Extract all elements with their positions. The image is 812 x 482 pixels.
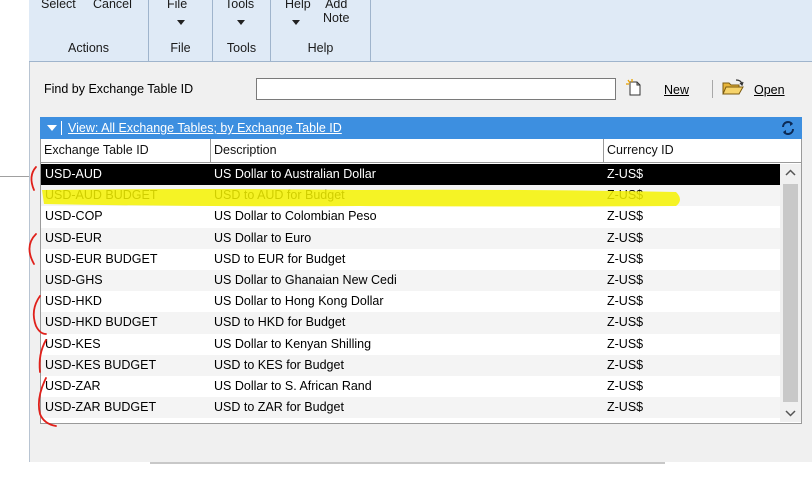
cell-currency-id: Z-US$ xyxy=(607,188,644,203)
file-menu-button[interactable]: File xyxy=(149,0,212,38)
cell-description: US Dollar to S. African Rand xyxy=(214,379,372,393)
ribbon-group-tools: Tools Tools xyxy=(213,0,271,62)
cell-currency-id: Z-US$ xyxy=(607,357,644,372)
chevron-down-icon xyxy=(237,20,245,25)
cell-description: US Dollar to Euro xyxy=(214,230,312,245)
view-bar-separator xyxy=(61,121,62,135)
cell-exchange-table-id: USD-ZAR BUDGET xyxy=(45,400,157,415)
ribbon-group-label-file: File xyxy=(170,41,191,55)
ribbon-group-actions: Select Cancel Actions xyxy=(29,0,149,62)
cell-description: US Dollar to Hong Kong Dollar xyxy=(214,294,384,309)
view-bar: View: All Exchange Tables; by Exchange T… xyxy=(40,117,802,139)
cell-description: USD to AUD for Budget xyxy=(214,188,345,203)
new-document-icon[interactable] xyxy=(626,79,644,97)
column-header-description[interactable]: Description xyxy=(211,139,604,163)
cell-description: USD to EUR for Budget xyxy=(214,251,346,266)
table-row[interactable]: USD-GHS US Dollar to Ghanaian New Cedi Z-U… xyxy=(41,270,780,292)
chevron-down-icon xyxy=(292,20,300,25)
table-row[interactable]: USD-ZAR BUDGET USD to ZAR for Budget Z-US$ xyxy=(41,397,780,419)
table-row[interactable]: USD-AUD US Dollar to Australian Dollar Z-U… xyxy=(41,164,780,186)
grid-header: Exchange Table ID Description Currency I… xyxy=(41,139,801,163)
new-button[interactable]: New xyxy=(664,83,689,97)
ribbon-group-help: Help Add Note Help xyxy=(271,0,371,62)
ribbon-group-label-tools: Tools xyxy=(226,41,257,55)
table-row[interactable]: USD-HKD US Dollar to Hong Kong Dollar Z-US… xyxy=(41,291,780,312)
vertical-scrollbar[interactable] xyxy=(780,164,801,422)
desktop-background xyxy=(0,462,812,482)
cell-currency-id: Z-US$ xyxy=(607,273,644,287)
ribbon-group-label-help: Help xyxy=(307,41,334,55)
table-row[interactable]: USD-EUR US Dollar to Euro Z-US$ xyxy=(41,227,780,249)
view-selector-link[interactable]: View: All Exchange Tables; by Exchange T… xyxy=(68,121,342,135)
exchange-table-lookup-window: Select Cancel Actions File File Tools To… xyxy=(0,0,812,482)
ribbon-group-label-actions: Actions xyxy=(68,41,109,55)
cell-currency-id: Z-US$ xyxy=(607,167,644,181)
chevron-down-icon xyxy=(177,20,185,25)
column-header-exchange-table-id[interactable]: Exchange Table ID xyxy=(41,139,211,163)
cell-description: US Dollar to Ghanaian New Cedi xyxy=(214,273,397,287)
table-row[interactable]: USD-ZAR US Dollar to S. African Rand Z-US$ xyxy=(41,376,780,397)
dropdown-caret-icon[interactable] xyxy=(47,125,57,131)
add-note-label-line1: Add xyxy=(325,0,348,11)
ribbon: Select Cancel Actions File File Tools To… xyxy=(29,0,812,62)
cell-exchange-table-id: USD-HKD xyxy=(45,294,102,309)
cell-currency-id: Z-US$ xyxy=(607,294,644,309)
cell-currency-id: Z-US$ xyxy=(607,315,644,330)
select-button[interactable]: Select xyxy=(41,0,76,11)
cell-description: USD to ZAR for Budget xyxy=(214,400,344,415)
table-row[interactable]: USD-KES US Dollar to Kenyan Shilling Z-US$ xyxy=(41,334,780,355)
cell-description: USD to HKD for Budget xyxy=(214,315,346,330)
help-button-label: Help xyxy=(285,0,311,11)
background-line xyxy=(0,176,30,177)
column-header-currency-id[interactable]: Currency ID xyxy=(604,139,801,163)
background-line xyxy=(150,462,665,464)
cell-exchange-table-id: USD-HKD BUDGET xyxy=(45,315,158,330)
cell-currency-id: Z-US$ xyxy=(607,400,644,415)
cancel-button[interactable]: Cancel xyxy=(93,0,132,11)
scrollbar-thumb[interactable] xyxy=(783,184,798,402)
open-button[interactable]: Open xyxy=(754,83,785,97)
cell-description: US Dollar to Kenyan Shilling xyxy=(214,336,372,351)
cell-exchange-table-id: USD-EUR BUDGET xyxy=(45,251,158,266)
table-row[interactable]: USD-COP US Dollar to Colombian Peso Z-US$ xyxy=(41,206,780,227)
find-exchange-table-id-input[interactable] xyxy=(256,78,616,100)
refresh-icon[interactable] xyxy=(780,120,796,136)
grid-rows: USD-AUD US Dollar to Australian Dollar Z-U… xyxy=(41,164,780,422)
cell-exchange-table-id: USD-KES BUDGET xyxy=(45,357,157,372)
cell-exchange-table-id: USD-EUR xyxy=(45,230,102,245)
cell-description: US Dollar to Colombian Peso xyxy=(214,209,377,224)
cell-currency-id: Z-US$ xyxy=(607,336,644,351)
open-folder-icon[interactable] xyxy=(722,79,744,97)
window-body: Find by Exchange Table ID New Open View:… xyxy=(29,62,812,462)
cell-description: USD to KES for Budget xyxy=(214,357,344,372)
cell-exchange-table-id: USD-KES xyxy=(45,336,101,351)
cell-exchange-table-id: USD-GHS xyxy=(45,273,103,287)
cell-exchange-table-id: USD-AUD xyxy=(45,167,102,181)
tools-button-label: Tools xyxy=(225,0,255,11)
add-note-button[interactable]: Add Note xyxy=(323,0,349,25)
table-row[interactable]: USD-KES BUDGET USD to KES for Budget Z-US$ xyxy=(41,354,780,376)
toolbar-separator xyxy=(712,80,713,98)
table-row[interactable]: USD-HKD BUDGET USD to HKD for Budget Z-US$ xyxy=(41,312,780,334)
add-note-label-line2: Note xyxy=(323,11,350,25)
find-label: Find by Exchange Table ID xyxy=(44,82,194,96)
cell-exchange-table-id: USD-COP xyxy=(45,209,103,224)
table-row[interactable]: USD-AUD BUDGET USD to AUD for Budget Z-US$ xyxy=(41,185,780,207)
cell-currency-id: Z-US$ xyxy=(607,251,644,266)
cell-description: US Dollar to Australian Dollar xyxy=(214,167,376,181)
ribbon-group-file: File File xyxy=(149,0,213,62)
cell-currency-id: Z-US$ xyxy=(607,209,644,224)
scroll-up-icon[interactable] xyxy=(780,164,801,182)
cell-currency-id: Z-US$ xyxy=(607,379,644,393)
table-row[interactable]: USD-EUR BUDGET USD to EUR for Budget Z-US$ xyxy=(41,249,780,270)
cell-exchange-table-id: USD-AUD BUDGET xyxy=(45,188,158,203)
exchange-table-grid: Exchange Table ID Description Currency I… xyxy=(40,139,802,424)
cell-exchange-table-id: USD-ZAR xyxy=(45,379,101,393)
cell-currency-id: Z-US$ xyxy=(607,230,644,245)
tools-menu-button[interactable]: Tools xyxy=(213,0,270,38)
scroll-down-icon[interactable] xyxy=(780,404,801,422)
file-button-label: File xyxy=(167,0,188,11)
